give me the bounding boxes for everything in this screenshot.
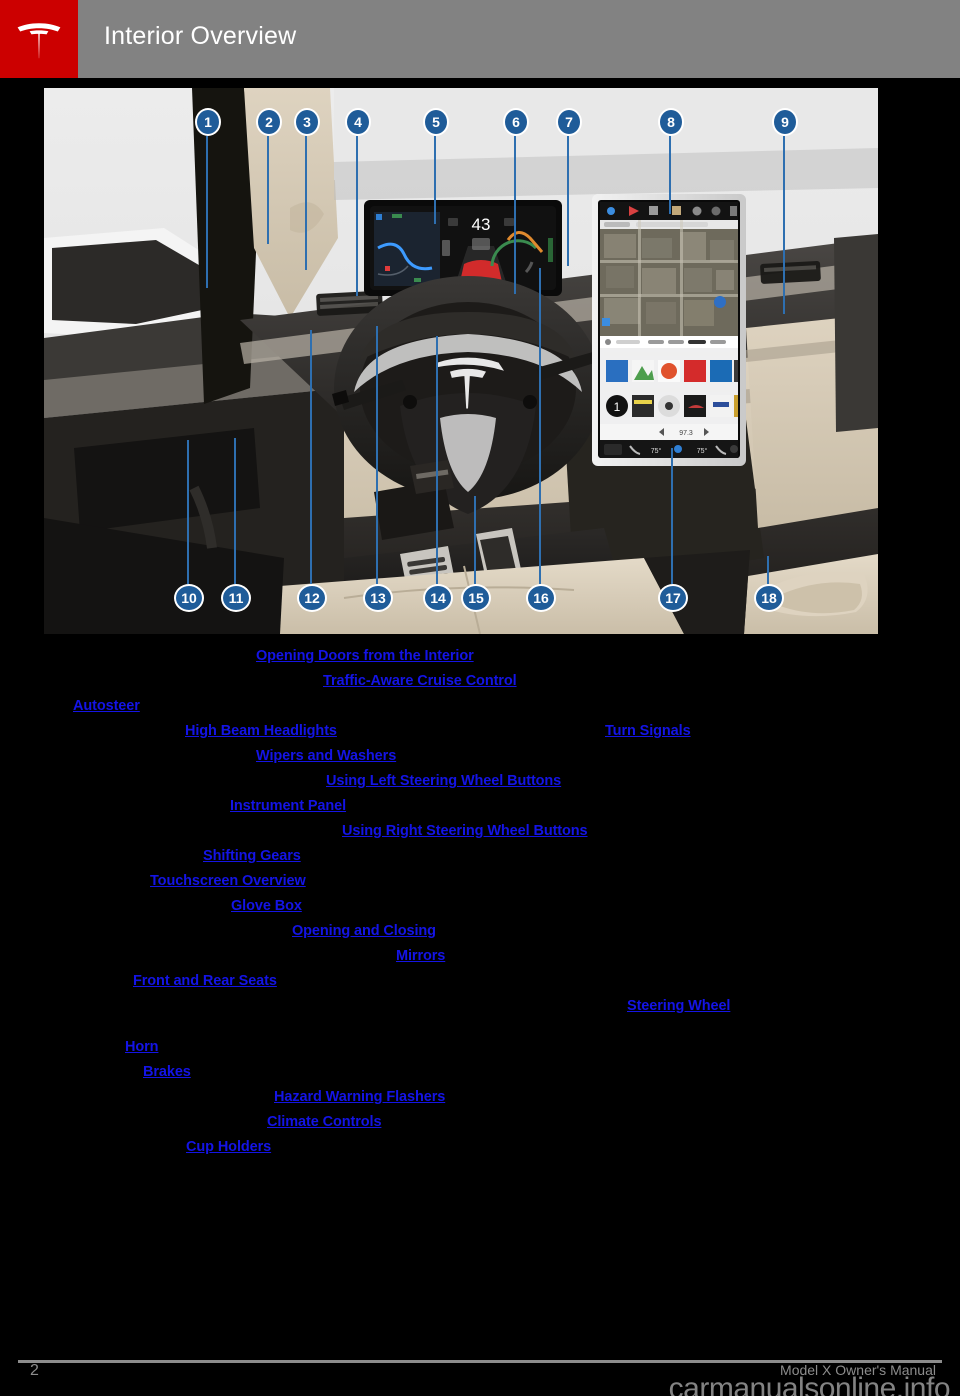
- svg-text:1: 1: [614, 400, 621, 414]
- topic-link-steering-wheel[interactable]: Steering Wheel: [627, 998, 730, 1014]
- page-number: 2: [30, 1362, 39, 1379]
- svg-text:75°: 75°: [697, 447, 708, 455]
- page-footer: 2 Model X Owner's Manual carmanualsonlin…: [0, 1352, 960, 1396]
- callout-badge-12[interactable]: 12: [297, 584, 327, 612]
- callout-leader-line: [376, 326, 378, 584]
- topic-link-hazard-warning-flashers[interactable]: Hazard Warning Flashers: [274, 1089, 445, 1105]
- topic-link-opening-and-closing[interactable]: Opening and Closing: [292, 923, 436, 939]
- topic-link-climate-controls[interactable]: Climate Controls: [267, 1114, 382, 1130]
- svg-text:43: 43: [472, 215, 491, 234]
- topic-link-using-right-steering-wheel-buttons[interactable]: Using Right Steering Wheel Buttons: [342, 823, 588, 839]
- topic-link-brakes[interactable]: Brakes: [143, 1064, 191, 1080]
- callout-leader-line: [671, 448, 673, 584]
- callout-badge-6[interactable]: 6: [503, 108, 529, 136]
- topic-link-using-left-steering-wheel-buttons[interactable]: Using Left Steering Wheel Buttons: [326, 773, 561, 789]
- topic-link-shifting-gears[interactable]: Shifting Gears: [203, 848, 301, 864]
- svg-text:97.3: 97.3: [679, 430, 693, 437]
- callout-leader-line: [436, 336, 438, 584]
- callout-badge-11[interactable]: 11: [221, 584, 251, 612]
- callout-badge-8[interactable]: 8: [658, 108, 684, 136]
- topic-link-autosteer[interactable]: Autosteer: [73, 698, 140, 714]
- callout-leader-line: [206, 136, 208, 288]
- topic-link-front-and-rear-seats[interactable]: Front and Rear Seats: [133, 973, 277, 989]
- callout-badge-5[interactable]: 5: [423, 108, 449, 136]
- topic-link-wipers-and-washers[interactable]: Wipers and Washers: [256, 748, 396, 764]
- callout-leader-line: [783, 136, 785, 314]
- callout-badge-18[interactable]: 18: [754, 584, 784, 612]
- page-title: Interior Overview: [104, 22, 297, 50]
- callout-badge-3[interactable]: 3: [294, 108, 320, 136]
- topic-link-high-beam-headlights[interactable]: High Beam Headlights: [185, 723, 337, 739]
- callout-badge-13[interactable]: 13: [363, 584, 393, 612]
- callout-leader-line: [187, 440, 189, 584]
- tesla-logo-block: [0, 0, 78, 78]
- svg-text:75°: 75°: [651, 447, 662, 455]
- callout-leader-line: [767, 556, 769, 584]
- callout-leader-line: [669, 136, 671, 214]
- site-watermark: carmanualsonline.info: [668, 1372, 951, 1396]
- callout-badge-16[interactable]: 16: [526, 584, 556, 612]
- topic-link-instrument-panel[interactable]: Instrument Panel: [230, 798, 346, 814]
- callout-leader-line: [539, 268, 541, 584]
- manual-page: Interior Overview 43 1 97.3 75° 75° 1 2 …: [0, 0, 960, 1396]
- topic-link-horn[interactable]: Horn: [125, 1039, 159, 1055]
- topic-link-touchscreen-overview[interactable]: Touchscreen Overview: [150, 873, 306, 889]
- topic-link-turn-signals[interactable]: Turn Signals: [605, 723, 691, 739]
- callout-leader-line: [434, 136, 436, 224]
- topic-link-opening-doors-from-the-interior[interactable]: Opening Doors from the Interior: [256, 648, 474, 664]
- callout-leader-line: [267, 136, 269, 244]
- callout-leader-line: [356, 136, 358, 296]
- topic-link-list: Opening Doors from the Interior Traffic-A…: [0, 634, 960, 1194]
- topic-link-cup-holders[interactable]: Cup Holders: [186, 1139, 271, 1155]
- page-header: Interior Overview: [0, 0, 960, 78]
- topic-link-traffic-aware-cruise-control[interactable]: Traffic-Aware Cruise Control: [323, 673, 517, 689]
- callout-badge-10[interactable]: 10: [174, 584, 204, 612]
- callout-leader-line: [567, 136, 569, 266]
- callout-leader-line: [234, 438, 236, 584]
- callout-badge-9[interactable]: 9: [772, 108, 798, 136]
- callout-badge-7[interactable]: 7: [556, 108, 582, 136]
- tesla-t-logo-icon: [16, 17, 62, 61]
- interior-overview-photo: 43 1 97.3 75° 75° 1 2 3 4 5 6 7 8 9 10 1…: [44, 88, 878, 634]
- topic-link-glove-box[interactable]: Glove Box: [231, 898, 302, 914]
- callout-leader-line: [310, 330, 312, 584]
- callout-badge-2[interactable]: 2: [256, 108, 282, 136]
- callout-badge-4[interactable]: 4: [345, 108, 371, 136]
- topic-link-mirrors[interactable]: Mirrors: [396, 948, 445, 964]
- callout-leader-line: [305, 136, 307, 270]
- callout-badge-17[interactable]: 17: [658, 584, 688, 612]
- callout-badge-15[interactable]: 15: [461, 584, 491, 612]
- callout-leader-line: [474, 496, 476, 584]
- callout-badge-14[interactable]: 14: [423, 584, 453, 612]
- callout-leader-line: [514, 136, 516, 294]
- callout-badge-1[interactable]: 1: [195, 108, 221, 136]
